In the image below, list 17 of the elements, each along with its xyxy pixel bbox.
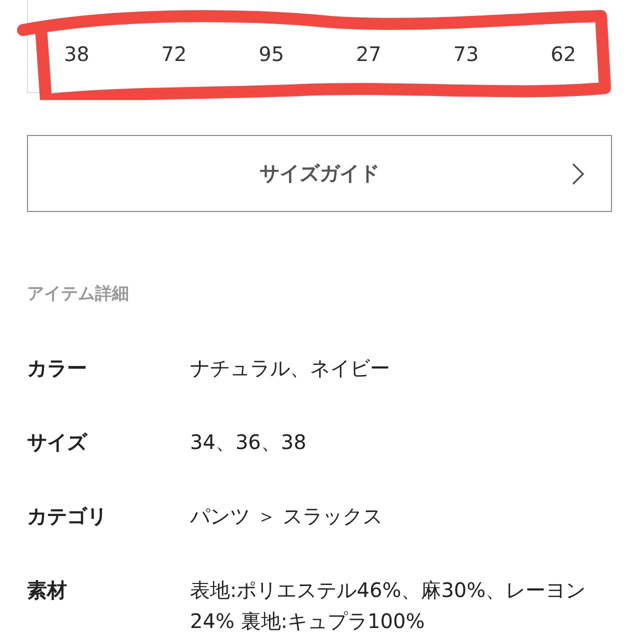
table-cell-text: 95 xyxy=(258,41,286,68)
detail-label: カテゴリ xyxy=(27,503,108,530)
table-cell-text: 38 xyxy=(62,41,90,68)
chevron-right-icon xyxy=(571,162,585,186)
detail-value: ナチュラル、ネイビー xyxy=(190,355,391,382)
detail-label: サイズ xyxy=(27,429,89,456)
detail-value: 表地:ポリエステル46%、麻30%、レーヨン24% 裏地:キュプラ100% xyxy=(190,577,587,635)
section-heading: アイテム詳細 xyxy=(27,283,130,305)
table-cell-text: 72 xyxy=(160,41,188,68)
table-cell-text: 62 xyxy=(550,41,578,68)
table-cell-text: 73 xyxy=(452,41,480,68)
detail-label: カラー xyxy=(27,355,88,382)
detail-value: パンツ ＞ スラックス xyxy=(190,503,384,530)
detail-value: 34、36、38 xyxy=(190,429,308,456)
size-guide-button[interactable]: サイズガイド xyxy=(27,135,612,212)
detail-label: 素材 xyxy=(27,577,68,604)
table-cell-text: 27 xyxy=(354,41,382,68)
